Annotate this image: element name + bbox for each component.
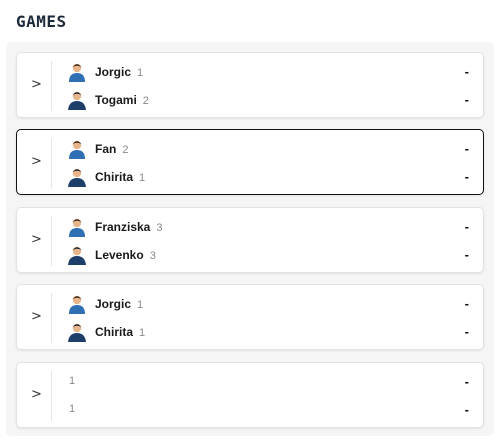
player-avatar-icon bbox=[68, 168, 86, 187]
player-name: Chirita 1 bbox=[95, 170, 146, 184]
player-avatar-icon bbox=[69, 140, 85, 159]
player-name: Levenko 3 bbox=[95, 248, 156, 262]
game-card-3[interactable]: > Franziska 3 - Levenko 3 - bbox=[16, 207, 484, 273]
chevron-right-icon[interactable]: > bbox=[31, 387, 42, 402]
card-divider bbox=[51, 138, 52, 188]
player-avatar-icon bbox=[68, 323, 86, 342]
player-number: 3 bbox=[156, 222, 163, 234]
chevron-right-icon[interactable]: > bbox=[31, 77, 42, 92]
player-name: Franziska 3 bbox=[95, 220, 163, 234]
player-score: - bbox=[464, 92, 469, 107]
chevron-right-icon[interactable]: > bbox=[31, 309, 42, 324]
player-name: Jorgic 1 bbox=[95, 297, 144, 311]
player-row-1: 1 - bbox=[67, 371, 473, 393]
player-number: 1 bbox=[137, 67, 144, 79]
player-number: 2 bbox=[142, 95, 149, 107]
chevron-right-icon[interactable]: > bbox=[31, 154, 42, 169]
player-score: - bbox=[464, 219, 469, 234]
player-row-2: Chirita 1 - bbox=[67, 321, 473, 343]
game-card-5[interactable]: > 1 - 1 - bbox=[16, 362, 484, 428]
player-name: Jorgic 1 bbox=[95, 65, 144, 79]
game-card-1[interactable]: > Jorgic 1 - Togami 2 - bbox=[16, 52, 484, 118]
player-avatar-icon bbox=[69, 63, 85, 82]
player-name: Fan 2 bbox=[95, 142, 129, 156]
game-card-4[interactable]: > Jorgic 1 - Chirita 1 - bbox=[16, 284, 484, 350]
player-avatar-icon bbox=[69, 295, 85, 314]
page-title: GAMES bbox=[16, 12, 67, 31]
player-name: Chirita 1 bbox=[95, 325, 146, 339]
player-avatar-icon bbox=[68, 246, 86, 265]
player-row-2: Togami 2 - bbox=[67, 89, 473, 111]
player-row-2: 1 - bbox=[67, 399, 473, 421]
player-row-1: Jorgic 1 - bbox=[67, 61, 473, 83]
player-number: 1 bbox=[139, 172, 146, 184]
player-number: 3 bbox=[149, 250, 156, 262]
player-number: 1 bbox=[139, 327, 146, 339]
player-number: 1 bbox=[137, 299, 144, 311]
player-score: - bbox=[464, 169, 469, 184]
card-divider bbox=[51, 293, 52, 343]
player-avatar-icon bbox=[69, 218, 85, 237]
chevron-right-icon[interactable]: > bbox=[31, 232, 42, 247]
game-card-2[interactable]: > Fan 2 - Chirita 1 - bbox=[16, 129, 484, 195]
player-score: - bbox=[464, 324, 469, 339]
player-score: - bbox=[464, 247, 469, 262]
player-score: - bbox=[464, 374, 469, 389]
player-number: 2 bbox=[122, 144, 129, 156]
player-row-2: Levenko 3 - bbox=[67, 244, 473, 266]
player-score: - bbox=[464, 64, 469, 79]
player-score: - bbox=[464, 296, 469, 311]
card-divider bbox=[51, 216, 52, 266]
player-score: - bbox=[464, 141, 469, 156]
player-avatar-icon bbox=[68, 91, 86, 110]
player-name: Togami 2 bbox=[95, 93, 149, 107]
card-divider bbox=[51, 61, 52, 111]
player-row-1: Jorgic 1 - bbox=[67, 293, 473, 315]
player-number: 1 bbox=[69, 375, 76, 387]
player-row-1: Franziska 3 - bbox=[67, 216, 473, 238]
card-divider bbox=[51, 371, 52, 421]
player-row-1: Fan 2 - bbox=[67, 138, 473, 160]
player-number: 1 bbox=[69, 403, 76, 415]
player-row-2: Chirita 1 - bbox=[67, 166, 473, 188]
player-score: - bbox=[464, 402, 469, 417]
